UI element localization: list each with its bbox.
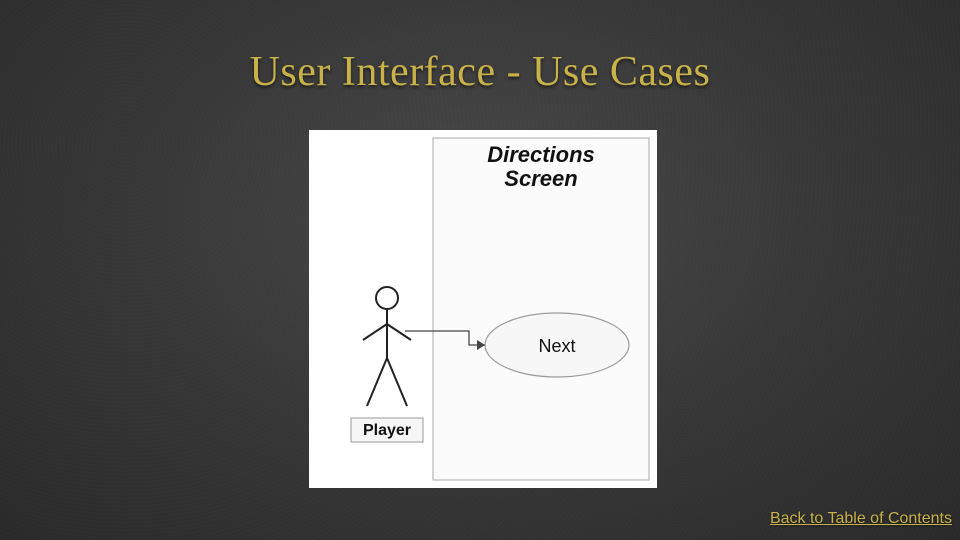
use-case-diagram: Directions Screen Player Next: [309, 130, 657, 488]
usecase-label: Next: [538, 336, 575, 356]
system-label-line2: Screen: [504, 166, 577, 191]
back-to-toc-link[interactable]: Back to Table of Contents: [770, 510, 952, 528]
diagram-svg: Directions Screen Player Next: [309, 130, 657, 488]
slide: User Interface - Use Cases Directions Sc…: [0, 0, 960, 540]
actor-icon: [363, 287, 411, 406]
system-label-line1: Directions: [487, 142, 595, 167]
page-title: User Interface - Use Cases: [0, 48, 960, 96]
actor-label: Player: [363, 422, 411, 439]
